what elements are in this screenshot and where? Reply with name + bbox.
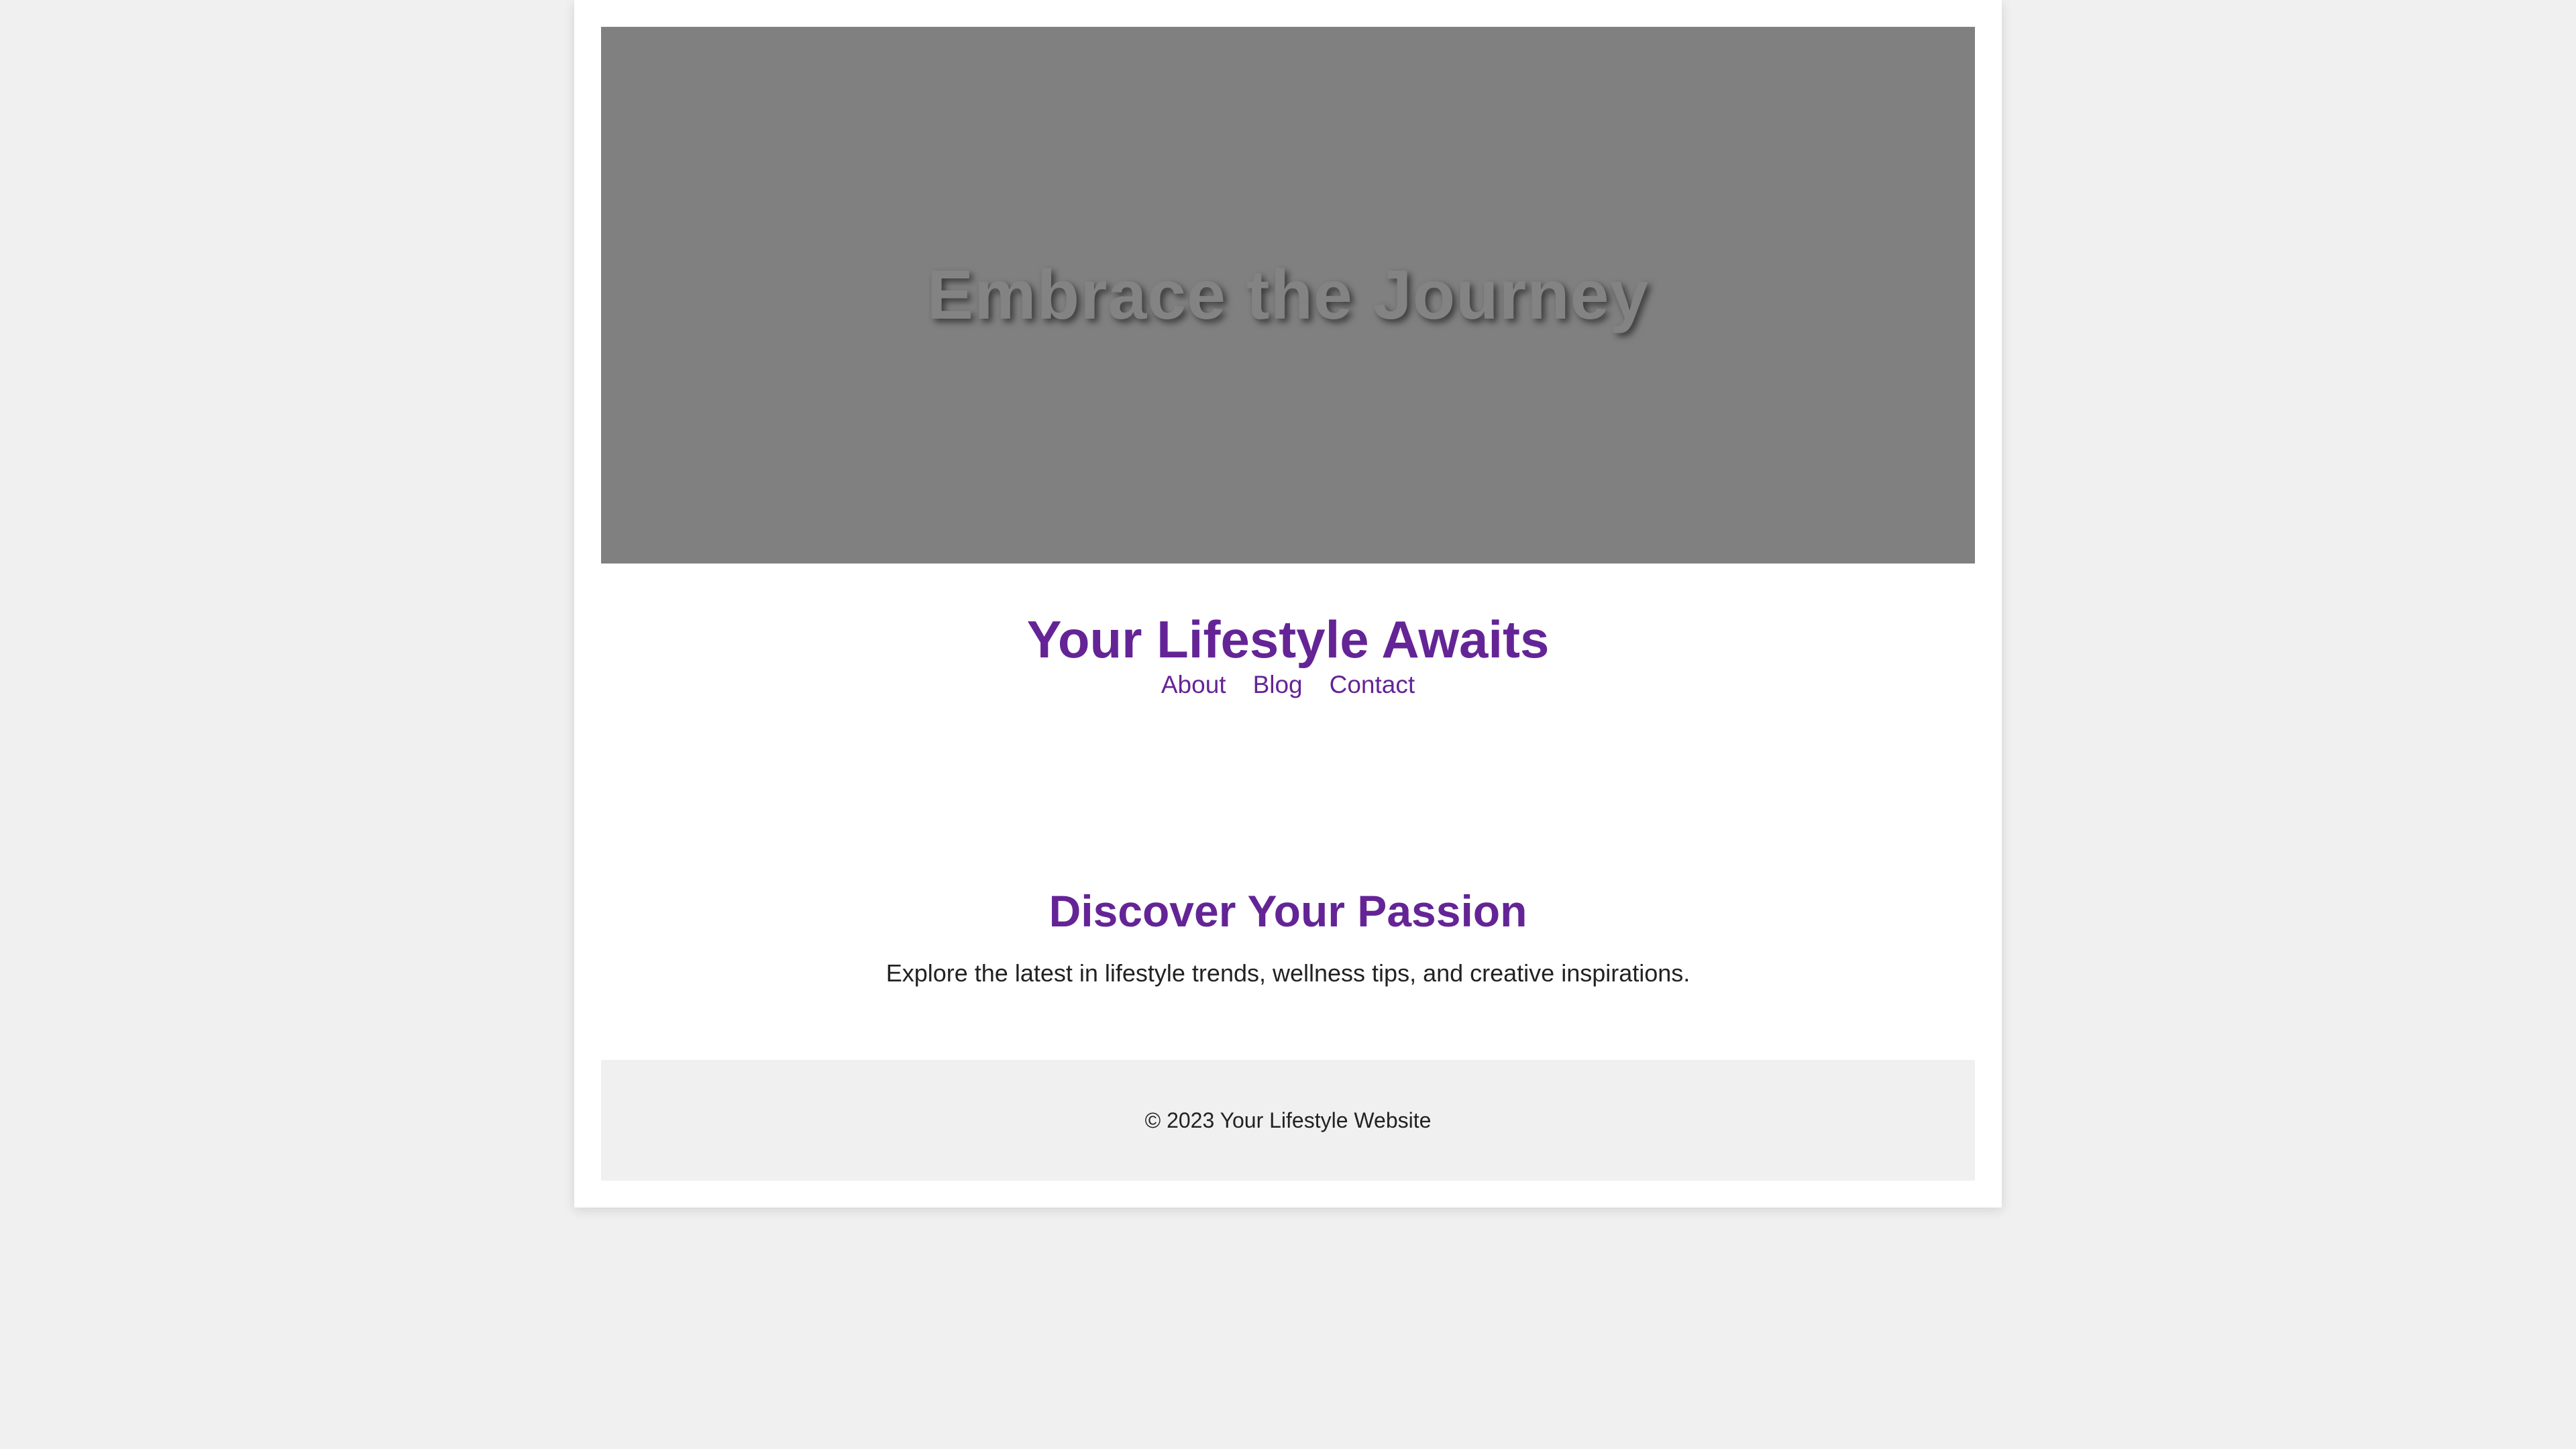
nav-link-contact[interactable]: Contact	[1330, 669, 1415, 700]
footer-copyright: © 2023 Your Lifestyle Website	[1144, 1108, 1432, 1132]
main-nav: About Blog Contact	[601, 669, 1975, 700]
hero-banner: Embrace the Journey	[601, 27, 1975, 564]
hero-title: Embrace the Journey	[926, 256, 1650, 334]
nav-link-about[interactable]: About	[1161, 669, 1226, 700]
site-footer: © 2023 Your Lifestyle Website	[601, 1060, 1975, 1181]
main-content: Discover Your Passion Explore the latest…	[601, 884, 1975, 990]
page-card: Embrace the Journey Your Lifestyle Await…	[574, 0, 2002, 1208]
site-title: Your Lifestyle Awaits	[1026, 610, 1550, 669]
nav-link-blog[interactable]: Blog	[1253, 669, 1303, 700]
section-heading: Discover Your Passion	[1049, 886, 1527, 936]
section-description: Explore the latest in lifestyle trends, …	[885, 959, 1690, 987]
site-header: Your Lifestyle Awaits About Blog Contact	[601, 609, 1975, 700]
